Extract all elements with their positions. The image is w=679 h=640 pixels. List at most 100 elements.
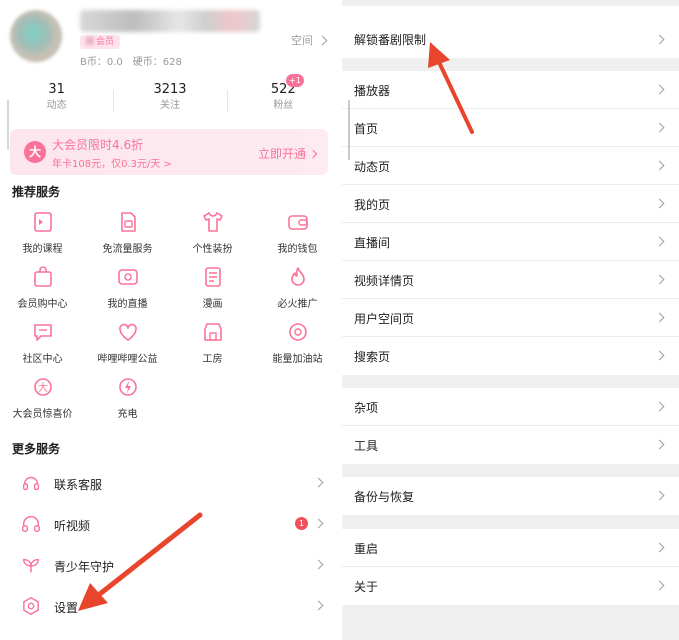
stats-row: 31 动态 3213 关注 522 粉丝: [0, 82, 340, 122]
chevron-right-icon: [313, 559, 324, 570]
vip-coin-icon: 大: [33, 378, 52, 396]
stat-following[interactable]: 3213 关注: [113, 82, 226, 122]
space-link[interactable]: 空间: [291, 32, 328, 48]
service-wallet[interactable]: 我的钱包: [255, 210, 340, 255]
chevron-right-icon: [654, 580, 665, 591]
service-data-free[interactable]: 免流量服务: [85, 210, 170, 255]
service-charge[interactable]: 充电: [85, 375, 170, 420]
service-community[interactable]: 社区中心: [0, 320, 85, 365]
chevron-right-icon: [654, 34, 665, 45]
bcoin-balance: B币：0.0: [80, 57, 123, 68]
more-item-listen-video[interactable]: 听视频 1: [0, 505, 340, 545]
stat-followers[interactable]: 522 粉丝: [226, 82, 340, 122]
chevron-right-icon: [317, 35, 328, 45]
settings-item-feed[interactable]: 动态页: [342, 147, 679, 185]
service-charity[interactable]: 哔哩哔哩公益: [85, 320, 170, 365]
sim-card-icon: [120, 212, 136, 232]
gear-icon: [23, 597, 39, 615]
service-label: 漫画: [202, 299, 223, 310]
chevron-right-icon: [654, 198, 665, 209]
username-redacted: [80, 10, 260, 32]
service-dress-up[interactable]: 个性装扮: [170, 210, 255, 255]
settings-item-unlock-bangumi[interactable]: 解锁番剧限制: [342, 6, 679, 58]
scrollbar[interactable]: [348, 100, 350, 160]
more-item-teen-mode[interactable]: 青少年守护: [0, 546, 340, 586]
settings-item-user-space[interactable]: 用户空间页: [342, 299, 679, 337]
account-panel: 会员 B币：0.0 硬币：628 空间 31 动态 3213 关注 522 粉丝 …: [0, 0, 340, 640]
vip-promo-subtitle: 年卡108元，仅0.3元/天 >: [52, 159, 172, 170]
shirt-icon: [202, 212, 223, 232]
settings-item-label: 首页: [354, 122, 379, 136]
settings-item-label: 解锁番剧限制: [354, 33, 427, 47]
shop-icon: [203, 323, 222, 341]
settings-item-tools[interactable]: 工具: [342, 426, 679, 464]
settings-item-label: 杂项: [354, 401, 379, 415]
service-label: 个性装扮: [192, 244, 233, 255]
service-comics[interactable]: 漫画: [170, 265, 255, 310]
vip-badge-icon: 大: [24, 141, 46, 163]
settings-item-video-detail[interactable]: 视频详情页: [342, 261, 679, 299]
scrollbar[interactable]: [7, 100, 9, 150]
sprout-icon: [22, 558, 40, 573]
chevron-right-icon: [654, 274, 665, 285]
settings-item-label: 重启: [354, 542, 379, 556]
settings-item-live-room[interactable]: 直播间: [342, 223, 679, 261]
service-label: 会员购中心: [17, 299, 68, 310]
chevron-right-icon: [654, 401, 665, 412]
stat-value: 31: [48, 82, 65, 97]
settings-item-label: 关于: [354, 580, 379, 594]
settings-group-misc: 杂项 工具: [342, 388, 679, 464]
settings-item-label: 工具: [354, 439, 379, 453]
settings-item-label: 用户空间页: [354, 312, 415, 326]
service-vip-deals[interactable]: 大 大会员惊喜价: [0, 375, 85, 420]
settings-group-unlock: 解锁番剧限制: [342, 6, 679, 58]
fire-icon: [290, 267, 305, 286]
vip-open-button[interactable]: 立即开通: [258, 145, 318, 162]
vip-promo-banner[interactable]: 大 大会员限时4.6折 年卡108元，仅0.3元/天 > 立即开通: [10, 129, 328, 175]
service-my-live[interactable]: 我的直播: [85, 265, 170, 310]
settings-group-pages: 播放器 首页 动态页 我的页 直播间 视频详情页 用户空间页 搜索页: [342, 71, 679, 375]
chevron-right-icon: [654, 236, 665, 247]
more-item-label: 听视频: [54, 519, 91, 533]
svg-text:大: 大: [38, 381, 48, 394]
live-tv-icon: [117, 269, 138, 285]
settings-item-search[interactable]: 搜索页: [342, 337, 679, 375]
service-label: 充电: [117, 409, 138, 420]
more-item-contact-support[interactable]: 联系客服: [0, 464, 340, 504]
lightning-icon: [118, 378, 137, 396]
service-label: 必火推广: [277, 299, 318, 310]
settings-item-restart[interactable]: 重启: [342, 529, 679, 567]
notification-badge: 1: [295, 517, 308, 530]
avatar[interactable]: [10, 10, 62, 62]
settings-item-label: 播放器: [354, 84, 391, 98]
stat-value: 522: [270, 82, 296, 97]
coin-balance: 硬币：628: [132, 57, 182, 68]
settings-item-player[interactable]: 播放器: [342, 71, 679, 109]
vip-tag: 会员: [80, 35, 121, 49]
energy-icon: [288, 323, 307, 341]
settings-item-backup-restore[interactable]: 备份与恢复: [342, 477, 679, 515]
recommended-section-title: 推荐服务: [12, 185, 61, 199]
chevron-right-icon: [308, 149, 318, 158]
settings-group-system: 重启 关于: [342, 529, 679, 605]
service-label: 哔哩哔哩公益: [97, 354, 158, 365]
service-my-courses[interactable]: 我的课程: [0, 210, 85, 255]
service-workshop[interactable]: 工房: [170, 320, 255, 365]
settings-item-about[interactable]: 关于: [342, 567, 679, 605]
chevron-right-icon: [654, 490, 665, 501]
more-item-settings[interactable]: 设置: [0, 587, 340, 627]
stat-label: 动态: [46, 100, 67, 111]
service-promote[interactable]: 必火推广: [255, 265, 340, 310]
chevron-right-icon: [313, 600, 324, 611]
headphones-icon: [22, 516, 40, 533]
settings-item-home[interactable]: 首页: [342, 109, 679, 147]
service-vip-shop[interactable]: 会员购中心: [0, 265, 85, 310]
settings-item-mine[interactable]: 我的页: [342, 185, 679, 223]
chevron-right-icon: [313, 477, 324, 488]
settings-item-misc[interactable]: 杂项: [342, 388, 679, 426]
service-label: 社区中心: [22, 354, 63, 365]
service-energy-station[interactable]: 能量加油站: [255, 320, 340, 365]
settings-panel: 解锁番剧限制 播放器 首页 动态页 我的页 直播间 视频详情页 用户空间页 搜索…: [342, 0, 679, 640]
more-item-label: 联系客服: [54, 478, 103, 492]
stat-posts[interactable]: 31 动态: [0, 82, 113, 122]
